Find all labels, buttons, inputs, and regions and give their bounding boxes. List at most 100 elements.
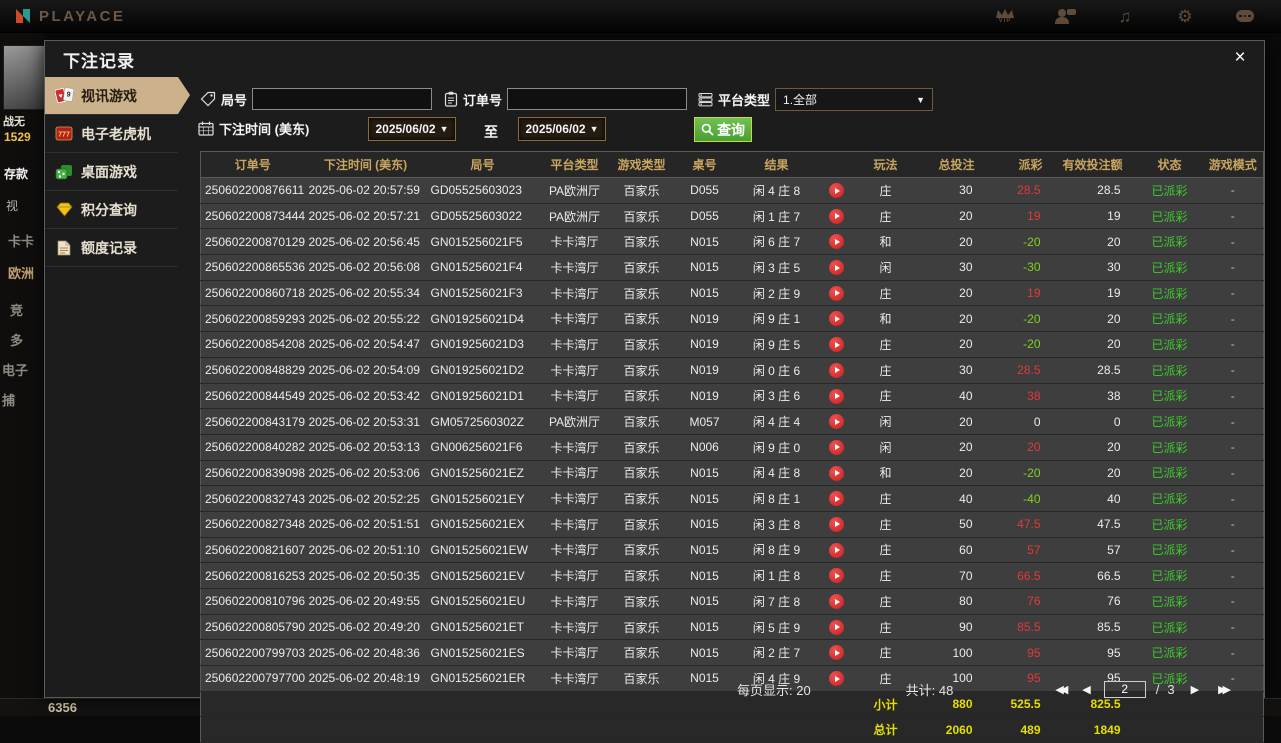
- support-icon[interactable]: [1053, 5, 1077, 27]
- cell-game-mode: -: [1202, 511, 1264, 538]
- cell-bet-time: 2025-06-02 20:55:22: [304, 305, 427, 333]
- cell-valid-bet: 38: [1056, 383, 1137, 410]
- search-button[interactable]: 查询: [694, 117, 752, 142]
- cell-platform: 卡卡湾厅: [538, 434, 611, 461]
- cell-status: 已派彩: [1136, 177, 1203, 204]
- replay-button[interactable]: [829, 516, 844, 532]
- close-icon[interactable]: ×: [1228, 46, 1252, 70]
- date-to-select[interactable]: 2025/06/02 ▼: [518, 117, 606, 141]
- sidebar-item-points[interactable]: 积分查询: [45, 191, 178, 229]
- cell-replay: [816, 434, 857, 461]
- cell-valid-bet: 20: [1056, 331, 1137, 358]
- cell-play-type: 和: [856, 305, 915, 333]
- modal-title: 下注记录: [63, 51, 135, 71]
- chat-icon[interactable]: [1233, 5, 1257, 27]
- cell-result: 闲 6 庄 7: [736, 228, 817, 256]
- cell-total-bet: 40: [914, 383, 989, 410]
- first-page-button[interactable]: ◀◀: [1055, 683, 1068, 696]
- cell-game-mode: -: [1202, 537, 1264, 564]
- cell-total-bet: 60: [914, 537, 989, 564]
- cell-replay: [816, 408, 857, 435]
- replay-button[interactable]: [829, 568, 844, 584]
- logo-text: PLAYACE: [39, 7, 126, 25]
- cell-game-mode: -: [1202, 305, 1264, 333]
- replay-button[interactable]: [829, 439, 844, 455]
- col-replay: [816, 151, 857, 178]
- table-row: 250602200799703 2025-06-02 20:48:36 GN01…: [200, 639, 1264, 667]
- cell-game-mode: -: [1202, 485, 1264, 512]
- replay-button[interactable]: [829, 594, 844, 609]
- cell-game-mode: -: [1202, 383, 1264, 410]
- cell-result: 闲 1 庄 7: [736, 203, 817, 230]
- replay-button[interactable]: [829, 388, 844, 404]
- cell-platform: PA欧洲厅: [538, 408, 611, 435]
- document-icon: [54, 239, 74, 257]
- sidebar-item-table-games[interactable]: 桌面游戏: [45, 153, 178, 191]
- lobby-left-strip: 战无 1529 存款 视 卡卡 欧洲 竞 多 电子 捕: [0, 33, 44, 698]
- sidebar-item-slots[interactable]: 777 电子老虎机: [45, 115, 178, 153]
- replay-button[interactable]: [829, 234, 844, 250]
- cell-total-bet: 50: [914, 511, 989, 538]
- cell-platform: PA欧洲厅: [538, 177, 611, 204]
- replay-button[interactable]: [829, 465, 844, 481]
- replay-button[interactable]: [829, 337, 844, 353]
- cell-game-type: 百家乐: [610, 511, 673, 538]
- round-filter: 局号: [200, 88, 433, 110]
- cell-platform: 卡卡湾厅: [538, 228, 611, 256]
- vip-icon[interactable]: VIP: [993, 5, 1017, 27]
- replay-button[interactable]: [829, 491, 844, 507]
- cell-round-no: GN015256021F3: [426, 280, 539, 307]
- svg-text:777: 777: [58, 132, 70, 139]
- last-page-button[interactable]: ▶▶: [1218, 683, 1231, 696]
- page-number-input[interactable]: 2: [1103, 680, 1146, 698]
- cell-game-type: 百家乐: [610, 254, 673, 281]
- platform-select[interactable]: 1.全部 ▼: [775, 88, 934, 111]
- replay-button[interactable]: [829, 362, 844, 378]
- replay-button[interactable]: [829, 183, 844, 198]
- cell-status: 已派彩: [1136, 434, 1203, 461]
- replay-button[interactable]: [829, 285, 844, 301]
- username-fragment: 战无: [3, 116, 25, 128]
- replay-button[interactable]: [829, 414, 844, 430]
- cell-valid-bet: 30: [1056, 254, 1137, 281]
- cell-status: 已派彩: [1136, 460, 1203, 487]
- replay-button[interactable]: [829, 619, 844, 635]
- play-icon: [834, 598, 840, 605]
- cell-replay: [816, 357, 857, 384]
- cell-bet-time: 2025-06-02 20:53:13: [304, 434, 427, 461]
- nav-fragment-fish: 捕: [2, 393, 16, 408]
- next-page-button[interactable]: ▶: [1191, 683, 1199, 696]
- replay-button[interactable]: [829, 260, 844, 276]
- cell-status: 已派彩: [1136, 383, 1203, 410]
- cell-status: 已派彩: [1136, 357, 1203, 384]
- sidebar-item-label: 电子老虎机: [81, 125, 151, 142]
- calendar-icon: [198, 121, 214, 136]
- replay-button[interactable]: [829, 542, 844, 558]
- cell-valid-bet: 57: [1056, 537, 1137, 564]
- sidebar-item-live-games[interactable]: ♥ 9 视讯游戏: [45, 77, 190, 115]
- cell-result: 闲 9 庄 1: [736, 305, 817, 333]
- order-input[interactable]: [507, 88, 688, 110]
- round-input[interactable]: [252, 88, 433, 110]
- balance-fragment: 1529: [4, 130, 31, 144]
- cell-replay: [816, 254, 857, 281]
- replay-button[interactable]: [829, 645, 844, 661]
- music-icon[interactable]: ♫: [1113, 5, 1137, 27]
- lobby-balance-fragment: 6356: [48, 700, 77, 715]
- search-icon: [701, 123, 714, 136]
- round-label: 局号: [221, 92, 248, 108]
- cell-valid-bet: 28.5: [1056, 177, 1137, 204]
- prev-page-button[interactable]: ◀: [1082, 683, 1090, 696]
- replay-button[interactable]: [829, 208, 844, 224]
- play-icon: [834, 547, 840, 554]
- play-icon: [834, 187, 840, 194]
- replay-button[interactable]: [829, 311, 844, 327]
- nav-fragment-europe: 欧洲: [8, 266, 35, 281]
- cell-total-bet: 30: [914, 357, 989, 384]
- cell-game-type: 百家乐: [610, 203, 673, 230]
- cell-order-id: 250602200810796: [200, 588, 305, 615]
- settings-icon[interactable]: ⚙: [1173, 5, 1197, 27]
- deposit-fragment: 存款: [4, 167, 29, 181]
- date-from-select[interactable]: 2025/06/02 ▼: [368, 117, 456, 141]
- sidebar-item-quota-records[interactable]: 额度记录: [45, 229, 178, 267]
